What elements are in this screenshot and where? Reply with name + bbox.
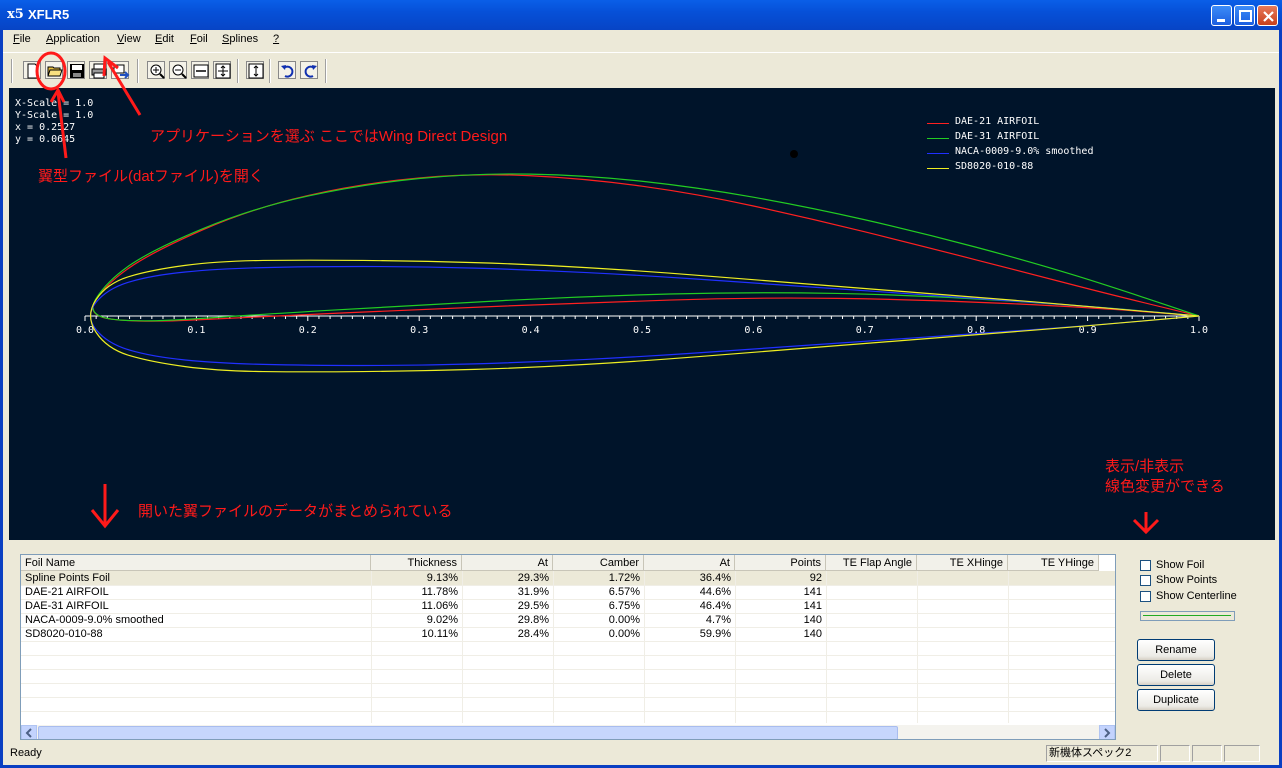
table-cell bbox=[1008, 627, 1099, 641]
table-cell: 141 bbox=[803, 586, 822, 598]
table-cell bbox=[826, 585, 917, 599]
column-header[interactable]: Thickness bbox=[371, 555, 462, 571]
chevron-right-icon bbox=[1104, 728, 1111, 738]
foil-data-panel: Foil Name Thickness At Camber At Points TE Fla… bbox=[9, 542, 1275, 742]
table-cell bbox=[917, 571, 1008, 585]
table-cell: 28.4% bbox=[517, 628, 549, 640]
arrow-table bbox=[90, 484, 120, 529]
status-pane bbox=[1160, 745, 1190, 762]
table-cell: 11.78% bbox=[421, 586, 459, 598]
status-pane bbox=[1224, 745, 1260, 762]
show-points-label: Show Points bbox=[1156, 574, 1218, 586]
arrow-application bbox=[102, 55, 142, 116]
column-header[interactable]: TE YHinge bbox=[1008, 555, 1099, 571]
table-cell: SD8020-010-88 bbox=[25, 628, 103, 640]
grid-line bbox=[21, 669, 1115, 670]
grid-line bbox=[21, 683, 1115, 684]
table-cell bbox=[1008, 613, 1099, 627]
status-project: 新機体スペック2 bbox=[1046, 745, 1158, 762]
chevron-left-icon bbox=[25, 728, 32, 738]
table-cell bbox=[826, 613, 917, 627]
table-cell: 46.4% bbox=[699, 600, 731, 612]
table-cell bbox=[1008, 599, 1099, 613]
annotation-app-select: アプリケーションを選ぶ ここではWing Direct Design bbox=[150, 128, 508, 145]
status-text: Ready bbox=[10, 747, 42, 759]
horizontal-scrollbar[interactable] bbox=[21, 725, 1115, 739]
foil-table[interactable]: Foil Name Thickness At Camber At Points TE Fla… bbox=[20, 554, 1116, 740]
status-pane bbox=[1192, 745, 1222, 762]
table-cell: 29.3% bbox=[517, 572, 549, 584]
scroll-left-button[interactable] bbox=[21, 725, 37, 739]
duplicate-button[interactable]: Duplicate bbox=[1137, 689, 1215, 711]
annotation-data-summary: 開いた翼ファイルのデータがまとめられている bbox=[138, 503, 453, 520]
rename-button[interactable]: Rename bbox=[1137, 639, 1215, 661]
delete-button[interactable]: Delete bbox=[1137, 664, 1215, 686]
status-bar: Ready 新機体スペック2 bbox=[3, 744, 1279, 765]
table-cell bbox=[917, 599, 1008, 613]
column-header[interactable]: Foil Name bbox=[21, 555, 371, 571]
table-cell: 29.8% bbox=[517, 614, 549, 626]
table-cell: 6.75% bbox=[608, 600, 640, 612]
show-centerline-label: Show Centerline bbox=[1156, 590, 1237, 602]
table-cell: 1.72% bbox=[608, 572, 640, 584]
table-cell bbox=[826, 627, 917, 641]
table-cell: 36.4% bbox=[699, 572, 731, 584]
table-cell: DAE-21 AIRFOIL bbox=[25, 586, 109, 598]
table-cell: Spline Points Foil bbox=[25, 572, 110, 584]
scroll-thumb[interactable] bbox=[38, 726, 898, 739]
table-cell: 29.5% bbox=[517, 600, 549, 612]
grid-line bbox=[21, 655, 1115, 656]
table-cell: 11.06% bbox=[421, 600, 459, 612]
checkbox[interactable] bbox=[1140, 575, 1151, 586]
table-cell bbox=[917, 627, 1008, 641]
table-cell: 92 bbox=[809, 572, 822, 584]
show-foil-label: Show Foil bbox=[1156, 559, 1205, 571]
open-file-circle bbox=[35, 51, 67, 91]
table-cell: 10.11% bbox=[421, 628, 459, 640]
grid-line bbox=[21, 641, 1115, 642]
table-cell: 44.6% bbox=[699, 586, 731, 598]
table-cell: 0.00% bbox=[608, 628, 640, 640]
table-cell: 31.9% bbox=[517, 586, 549, 598]
scroll-right-button[interactable] bbox=[1099, 725, 1115, 739]
table-cell bbox=[1008, 571, 1099, 585]
table-cell: 0.00% bbox=[608, 614, 640, 626]
grid-line bbox=[21, 697, 1115, 698]
table-cell: 140 bbox=[803, 628, 822, 640]
table-cell: 4.7% bbox=[705, 614, 731, 626]
table-cell: 9.02% bbox=[426, 614, 458, 626]
checkbox[interactable] bbox=[1140, 591, 1151, 602]
column-header[interactable]: Points bbox=[735, 555, 826, 571]
checkbox[interactable] bbox=[1140, 560, 1151, 571]
column-header[interactable]: TE Flap Angle bbox=[826, 555, 917, 571]
arrow-open-file bbox=[49, 86, 68, 159]
table-cell bbox=[826, 571, 917, 585]
table-cell bbox=[917, 613, 1008, 627]
annotation-toggle-2: 線色変更ができる bbox=[1105, 478, 1225, 495]
annotation-open-file: 翼型ファイル(datファイル)を開く bbox=[38, 168, 264, 185]
line-color-sample bbox=[1143, 615, 1231, 616]
column-header[interactable]: At bbox=[462, 555, 553, 571]
column-header[interactable]: TE XHinge bbox=[917, 555, 1008, 571]
table-cell bbox=[826, 599, 917, 613]
table-cell: 6.57% bbox=[608, 586, 640, 598]
table-cell: 140 bbox=[803, 614, 822, 626]
column-header[interactable]: Camber bbox=[553, 555, 644, 571]
table-cell: 141 bbox=[803, 600, 822, 612]
table-cell bbox=[1008, 585, 1099, 599]
table-cell: 9.13% bbox=[426, 572, 458, 584]
table-cell: 59.9% bbox=[699, 628, 731, 640]
table-cell bbox=[917, 585, 1008, 599]
table-cell: NACA-0009-9.0% smoothed bbox=[25, 614, 164, 626]
column-header[interactable]: At bbox=[644, 555, 735, 571]
annotation-toggle-1: 表示/非表示 bbox=[1105, 458, 1185, 475]
arrow-options bbox=[1132, 512, 1160, 535]
line-style-button[interactable] bbox=[1140, 611, 1235, 621]
table-cell: DAE-31 AIRFOIL bbox=[25, 600, 109, 612]
grid-line bbox=[21, 711, 1115, 712]
